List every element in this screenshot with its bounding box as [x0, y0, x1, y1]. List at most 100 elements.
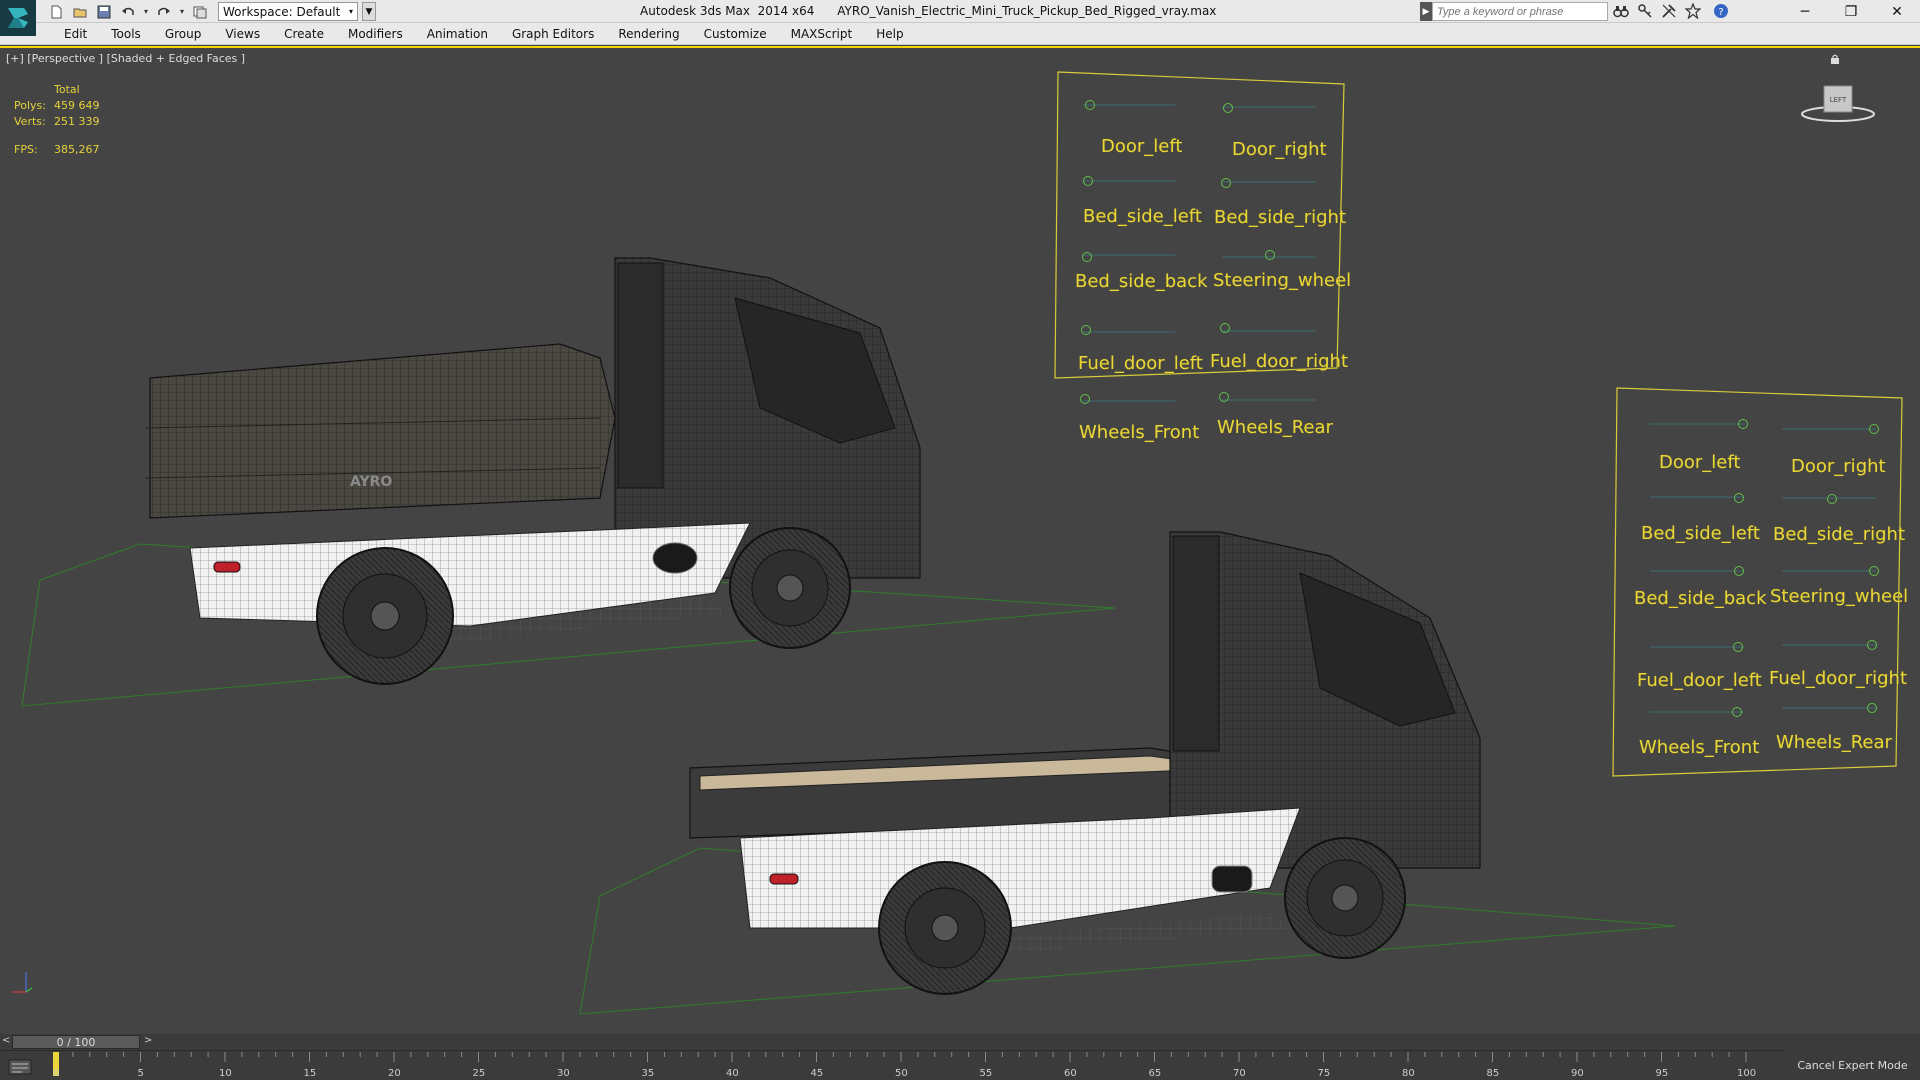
timeline-tick-label: 10 [219, 1068, 232, 1079]
timeline-tick-label: 0 [53, 1068, 60, 1079]
cab-back-panel-right [1172, 535, 1220, 752]
fuel-door-right-body [1211, 865, 1253, 893]
open-file-icon[interactable] [70, 2, 90, 21]
timeline-tick-label: 100 [1737, 1068, 1757, 1079]
expand-arrow-icon[interactable]: ▶ [1420, 2, 1432, 21]
window-title: Autodesk 3ds Max 2014 x64 AYRO_Vanish_El… [640, 4, 1217, 18]
timeline-tick-label: 80 [1402, 1068, 1415, 1079]
menu-graph-editors[interactable]: Graph Editors [502, 27, 604, 41]
stats-total-label: Total [54, 83, 80, 96]
app-menu-button[interactable] [0, 0, 36, 36]
viewport-statistics: Total Polys: 459 649 Verts: 251 339 FPS: 38… [14, 82, 100, 158]
project-icon[interactable] [190, 2, 210, 21]
timeline-tick-label: 75 [1317, 1068, 1331, 1079]
workspace-label: Workspace: Default [223, 4, 341, 19]
cab-back-panel-left [617, 262, 664, 489]
stats-fps-value: 385,267 [54, 143, 100, 156]
truck-left[interactable]: AYRO [21, 257, 1116, 707]
star-icon[interactable] [1684, 2, 1702, 20]
redo-icon[interactable] [154, 2, 174, 21]
close-icon[interactable]: ✕ [1874, 0, 1920, 23]
timeline-tick-label: 55 [979, 1068, 993, 1079]
rear-wheel-left [316, 547, 454, 685]
binoculars-icon[interactable] [1612, 2, 1630, 20]
timeline-tick-label: 15 [303, 1068, 317, 1079]
menu-customize[interactable]: Customize [694, 27, 777, 41]
fuel-door-left-body [652, 542, 698, 574]
time-prev-button[interactable]: < [2, 1035, 10, 1046]
timeline-tick-label: 20 [388, 1068, 401, 1079]
key-icon[interactable] [1636, 2, 1654, 20]
stats-verts-label: Verts: [14, 115, 46, 128]
timeline-tick-label: 45 [810, 1068, 824, 1079]
axis-tripod-icon [12, 972, 33, 993]
timeline-tick-label: 90 [1571, 1068, 1584, 1079]
chevron-down-icon: ▾ [348, 7, 353, 16]
menu-bar: Edit Tools Group Views Create Modifiers … [0, 23, 1920, 45]
timeline-tick-label: 5 [137, 1068, 144, 1079]
undo-dropdown-icon[interactable]: ▾ [142, 2, 150, 21]
front-wheel-left [729, 527, 851, 649]
timeline-tick-label: 35 [641, 1068, 655, 1079]
timeline-tick-label: 50 [895, 1068, 908, 1079]
stats-fps-label: FPS: [14, 143, 38, 156]
menu-rendering[interactable]: Rendering [608, 27, 689, 41]
mini-curve-editor-icon[interactable] [8, 1058, 32, 1076]
title-bar: ▾ ▾ Workspace: Default ▾ ▼ Autodesk 3ds … [0, 0, 1920, 36]
bed-wireframe-left [150, 344, 615, 518]
menu-tools[interactable]: Tools [101, 27, 151, 41]
viewport-label[interactable]: [+] [Perspective ] [Shaded + Edged Faces… [6, 52, 245, 65]
menu-animation[interactable]: Animation [417, 27, 498, 41]
menu-views[interactable]: Views [215, 27, 270, 41]
tools-icon[interactable] [1660, 2, 1678, 20]
time-slider-handle[interactable]: 0 / 100 [12, 1035, 140, 1049]
help-icon[interactable]: ? [1708, 2, 1734, 20]
stats-polys-label: Polys: [14, 99, 46, 112]
timeline-tick-label: 85 [1486, 1068, 1500, 1079]
timeline-tick-label: 60 [1064, 1068, 1077, 1079]
menu-maxscript[interactable]: MAXScript [781, 27, 863, 41]
quick-access-toolbar: ▾ ▾ Workspace: Default ▾ ▼ [46, 2, 376, 21]
undo-icon[interactable] [118, 2, 138, 21]
workspace-dropdown[interactable]: Workspace: Default ▾ [218, 2, 358, 21]
window-controls: ─ ❐ ✕ [1782, 0, 1920, 23]
redo-dropdown-icon[interactable]: ▾ [178, 2, 186, 21]
menu-edit[interactable]: Edit [54, 27, 97, 41]
timeline-tick-label: 70 [1233, 1068, 1246, 1079]
menu-group[interactable]: Group [155, 27, 212, 41]
front-wheel-right [1284, 837, 1406, 959]
infocenter-search: ▶ [1420, 2, 1608, 21]
new-file-icon[interactable] [46, 2, 66, 21]
time-slider-bar [0, 1034, 1920, 1050]
timeline-tick-label: 65 [1148, 1068, 1162, 1079]
tail-light-right [769, 873, 799, 885]
timeline-ticks[interactable]: 0 5 10 15 20 25 30 35 40 45 50 55 60 65 70 75 80 85 90 95 10… [48, 1052, 1768, 1079]
timeline-tick-label: 40 [726, 1068, 739, 1079]
svg-text:?: ? [1718, 7, 1723, 18]
viewcube-face-label: LEFT [1830, 96, 1847, 104]
time-next-button[interactable]: > [144, 1035, 152, 1046]
viewcube[interactable]: LEFT [1798, 76, 1878, 126]
minimize-icon[interactable]: ─ [1782, 0, 1828, 23]
toolbar-overflow-icon[interactable]: ▼ [362, 2, 376, 21]
save-icon[interactable] [94, 2, 114, 21]
infocenter-toolbar: ? [1612, 2, 1734, 20]
search-input[interactable] [1432, 2, 1608, 21]
menu-help[interactable]: Help [866, 27, 913, 41]
tail-light-left [213, 561, 241, 573]
menu-create[interactable]: Create [274, 27, 334, 41]
ayro-logo-left: AYRO [350, 474, 392, 490]
perspective-viewport[interactable]: AYRO [+] [Perspective] [Shaded + Edged … [0, 46, 1920, 1042]
restore-icon[interactable]: ❐ [1828, 0, 1874, 23]
stats-polys-value: 459 649 [54, 99, 100, 112]
cancel-expert-mode-button[interactable]: Cancel Expert Mode [1785, 1050, 1920, 1080]
timeline-tick-label: 30 [557, 1068, 570, 1079]
timeline-tick-label: 95 [1655, 1068, 1669, 1079]
viewport-scene: AYRO [21, 257, 1676, 1015]
lock-icon[interactable] [1830, 54, 1840, 64]
3dsmax-logo-icon [8, 8, 28, 28]
stats-verts-value: 251 339 [54, 115, 100, 128]
rear-wheel-right [878, 861, 1012, 995]
menu-modifiers[interactable]: Modifiers [338, 27, 413, 41]
timeline-tick-label: 25 [472, 1068, 486, 1079]
